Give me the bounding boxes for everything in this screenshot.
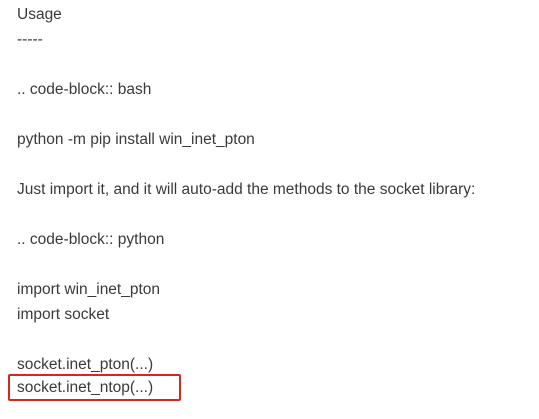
code-block-directive-bash: .. code-block:: bash [17, 81, 152, 98]
code-import-socket: import socket [17, 306, 110, 323]
install-command: python -m pip install win_inet_pton [17, 131, 255, 148]
code-inet-pton-call: socket.inet_pton(...) [17, 356, 154, 373]
code-block-directive-python: .. code-block:: python [17, 231, 165, 248]
code-import-win-inet-pton: import win_inet_pton [17, 281, 161, 298]
highlight-box [8, 374, 181, 401]
heading-usage: Usage [17, 6, 62, 23]
heading-underline: ----- [17, 31, 43, 48]
document-body: Usage ----- .. code-block:: bash python … [0, 0, 539, 419]
usage-description: Just import it, and it will auto-add the… [17, 181, 476, 198]
